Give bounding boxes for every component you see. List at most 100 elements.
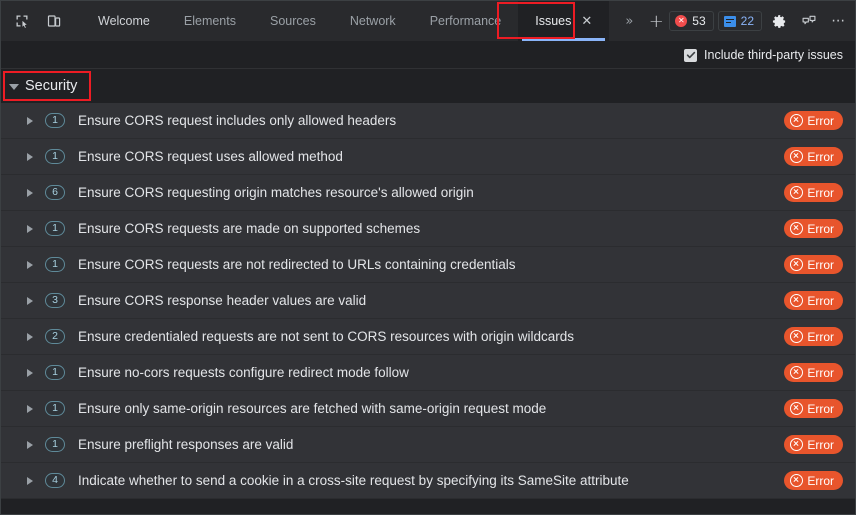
issue-row[interactable]: 1 Ensure only same-origin resources are f… xyxy=(1,391,855,427)
status-badge-label: Error xyxy=(807,401,834,416)
status-badge-label: Error xyxy=(807,473,834,488)
tab-label: Network xyxy=(349,14,396,28)
tab-label: Sources xyxy=(269,14,316,28)
expand-issue-icon[interactable] xyxy=(27,404,33,413)
error-circle-icon xyxy=(790,474,804,487)
status-badge: Error xyxy=(784,255,843,274)
error-count-label: 53 xyxy=(692,14,706,28)
issue-row[interactable]: 1 Ensure CORS request includes only allow… xyxy=(1,103,855,139)
security-section-wrapper: Security xyxy=(1,69,855,103)
issue-row[interactable]: 2 Ensure credentialed requests are not se… xyxy=(1,319,855,355)
issue-count-badge: 1 xyxy=(45,401,65,416)
tab-network[interactable]: Network xyxy=(333,1,413,41)
issue-count-badge: 1 xyxy=(45,113,65,128)
expand-issue-icon[interactable] xyxy=(27,476,33,485)
tab-label: Welcome xyxy=(98,14,150,28)
issue-title: Ensure only same-origin resources are fe… xyxy=(78,401,547,416)
close-icon[interactable]: ✕ xyxy=(581,15,592,28)
expand-issue-icon[interactable] xyxy=(27,188,33,197)
expand-issue-icon[interactable] xyxy=(27,332,33,341)
chevron-down-icon[interactable] xyxy=(9,83,19,90)
tab-issues[interactable]: Issues ✕ xyxy=(518,1,610,41)
expand-issue-icon[interactable] xyxy=(27,296,33,305)
error-circle-icon xyxy=(790,330,804,343)
status-badge: Error xyxy=(784,399,843,418)
expand-issue-icon[interactable] xyxy=(27,368,33,377)
issue-count-badge: 1 xyxy=(45,365,65,380)
status-badge-label: Error xyxy=(807,149,834,164)
error-circle-icon xyxy=(790,150,804,163)
expand-issue-icon[interactable] xyxy=(27,224,33,233)
add-panel-button[interactable]: + xyxy=(643,8,669,34)
issue-title: Ensure CORS request includes only allowe… xyxy=(78,113,397,128)
status-badge-label: Error xyxy=(807,437,834,452)
status-badge: Error xyxy=(784,291,843,310)
status-badge-label: Error xyxy=(807,185,834,200)
tab-label: Performance xyxy=(429,14,502,28)
status-badge-label: Error xyxy=(807,113,834,128)
checkbox-box[interactable] xyxy=(684,48,698,62)
expand-issue-icon[interactable] xyxy=(27,440,33,449)
error-circle-icon xyxy=(790,366,804,379)
issue-row[interactable]: 1 Ensure CORS requests are made on suppor… xyxy=(1,211,855,247)
include-third-party-issues-checkbox[interactable]: Include third-party issues xyxy=(684,48,843,62)
more-tabs-icon[interactable]: » xyxy=(617,8,641,34)
tab-label: Elements xyxy=(183,14,236,28)
expand-issue-icon[interactable] xyxy=(27,116,33,125)
error-circle-icon xyxy=(790,258,804,271)
message-count-label: 22 xyxy=(740,14,755,28)
issue-count-badge: 1 xyxy=(45,149,65,164)
issue-count-badge: 2 xyxy=(45,329,65,344)
section-title: Security xyxy=(25,78,78,94)
issue-row[interactable]: 1 Ensure CORS request uses allowed method… xyxy=(1,139,855,175)
tab-strip: Welcome Elements Sources Network Perform… xyxy=(81,1,610,41)
tab-sources[interactable]: Sources xyxy=(253,1,333,41)
devtools-window: Welcome Elements Sources Network Perform… xyxy=(0,0,856,515)
more-options-glyph: ⋯ xyxy=(831,13,847,29)
tab-elements[interactable]: Elements xyxy=(167,1,253,41)
issue-title: Ensure preflight responses are valid xyxy=(78,437,294,452)
status-badge: Error xyxy=(784,435,843,454)
issue-count-badge: 4 xyxy=(45,473,65,488)
status-badge: Error xyxy=(784,111,843,130)
error-circle-icon xyxy=(790,294,804,307)
issue-row[interactable]: 6 Ensure CORS requesting origin matches r… xyxy=(1,175,855,211)
tab-label: Issues xyxy=(535,14,572,28)
issue-row[interactable]: 4 Indicate whether to send a cookie in a … xyxy=(1,463,855,499)
tab-performance[interactable]: Performance xyxy=(413,1,519,41)
issue-row[interactable]: 3 Ensure CORS response header values are … xyxy=(1,283,855,319)
status-badge: Error xyxy=(784,183,843,202)
status-badge-label: Error xyxy=(807,293,834,308)
issue-title: Ensure CORS requesting origin matches re… xyxy=(78,185,474,200)
tab-bar-right-controls: ✕ 53 22 ⋯ xyxy=(669,1,855,41)
inspect-tools-group xyxy=(1,1,67,41)
issue-title: Ensure CORS requests are not redirected … xyxy=(78,257,516,272)
status-badge-label: Error xyxy=(807,257,834,272)
issue-title: Ensure CORS requests are made on support… xyxy=(78,221,421,236)
issue-row[interactable]: 1 Ensure no-cors requests configure redir… xyxy=(1,355,855,391)
message-count-badge[interactable]: 22 xyxy=(717,11,763,31)
error-count-badge[interactable]: ✕ 53 xyxy=(669,11,714,31)
expand-issue-icon[interactable] xyxy=(27,260,33,269)
issue-row[interactable]: 1 Ensure CORS requests are not redirected… xyxy=(1,247,855,283)
status-badge: Error xyxy=(784,363,843,382)
feedback-icon[interactable] xyxy=(796,8,822,34)
include-third-party-issues-label: Include third-party issues xyxy=(704,48,843,62)
device-toolbar-icon[interactable] xyxy=(41,8,67,34)
status-badge-label: Error xyxy=(807,221,834,236)
section-header-security[interactable]: Security xyxy=(1,69,855,103)
tab-extra-controls: » + xyxy=(617,1,669,41)
checkmark-icon xyxy=(686,51,695,59)
gear-icon[interactable] xyxy=(766,8,792,34)
issue-row[interactable]: 1 Ensure preflight responses are valid Err… xyxy=(1,427,855,463)
expand-issue-icon[interactable] xyxy=(27,152,33,161)
issue-title: Ensure CORS response header values are v… xyxy=(78,293,367,308)
error-circle-icon xyxy=(790,186,804,199)
inspect-element-icon[interactable] xyxy=(9,8,35,34)
tab-welcome[interactable]: Welcome xyxy=(81,1,167,41)
issue-count-badge: 1 xyxy=(45,221,65,236)
status-badge: Error xyxy=(784,219,843,238)
status-badge-label: Error xyxy=(807,329,834,344)
more-options-icon[interactable]: ⋯ xyxy=(826,8,852,34)
issues-options-bar: Include third-party issues xyxy=(1,42,855,69)
